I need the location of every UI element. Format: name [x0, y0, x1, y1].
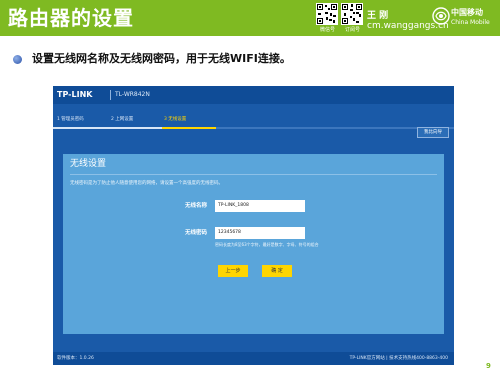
bullet-text: 设置无线网名称及无线网密码，用于无线WIFI连接。	[32, 52, 291, 65]
router-footer: 软件版本：1.0.26 TP-LINK官方网站 | 技术支持热线400-8863…	[53, 352, 454, 365]
router-screenshot: TP-LINK TL-WR842N 1 管理员密码 2 上网设置 3 无线设置 …	[53, 86, 454, 365]
router-divider	[110, 90, 111, 100]
step-wireless-setup: 3 无线设置	[164, 117, 187, 122]
password-input[interactable]	[215, 227, 305, 239]
wizard-divider	[70, 174, 437, 175]
author-name: 王 刚	[367, 11, 389, 21]
password-label: 无线密码	[185, 230, 208, 236]
exit-wizard-button[interactable]: 我比向导	[417, 127, 449, 138]
step-admin-password: 1 管理员密码	[57, 117, 84, 122]
router-model: TL-WR842N	[115, 91, 150, 98]
confirm-button[interactable]: 确 定	[262, 265, 292, 277]
ssid-input[interactable]	[215, 200, 305, 212]
wireless-settings-panel: 无线设置 无线密码是为了防止他人随意使用您的网络，请设置一个高强度的无线密码。 …	[63, 154, 444, 334]
wizard-description: 无线密码是为了防止他人随意使用您的网络，请设置一个高强度的无线密码。	[70, 181, 223, 186]
router-logo: TP-LINK	[57, 90, 93, 99]
qr-label-subscription: 订阅号	[345, 27, 361, 33]
step-progress-done	[53, 127, 109, 129]
support-links[interactable]: TP-LINK官方网站 | 技术支持热线400-8863-400	[350, 355, 448, 362]
china-mobile-logo-icon	[432, 7, 450, 25]
slide-title: 路由器的设置	[8, 6, 134, 30]
qr-label-wechat: 微信号	[320, 27, 336, 33]
software-version: 软件版本：1.0.26	[57, 356, 94, 361]
qr-code-icon	[341, 3, 363, 25]
wizard-title: 无线设置	[70, 159, 107, 169]
password-hint: 密码长度为8至63个字符，最好是数字、字母、符号的组合	[215, 242, 319, 247]
slide-header: 路由器的设置 微信号 订阅号 王 刚 cm.wanggangs.cn 中国移动 …	[0, 0, 500, 36]
ssid-label: 无线名称	[185, 203, 208, 209]
brand-name-en: China Mobile	[451, 19, 490, 26]
step-internet-setup: 2 上网设置	[111, 117, 134, 122]
page-number: 9	[486, 362, 491, 370]
step-progress-active	[162, 127, 216, 129]
qr-code-icon	[316, 3, 338, 25]
router-topbar: TP-LINK TL-WR842N	[53, 86, 454, 104]
previous-step-button[interactable]: 上一步	[218, 265, 248, 277]
bullet-icon	[13, 55, 22, 64]
step-progress-done	[109, 127, 162, 129]
setup-steps: 1 管理员密码 2 上网设置 3 无线设置	[53, 116, 454, 130]
brand-name: 中国移动	[451, 8, 483, 17]
